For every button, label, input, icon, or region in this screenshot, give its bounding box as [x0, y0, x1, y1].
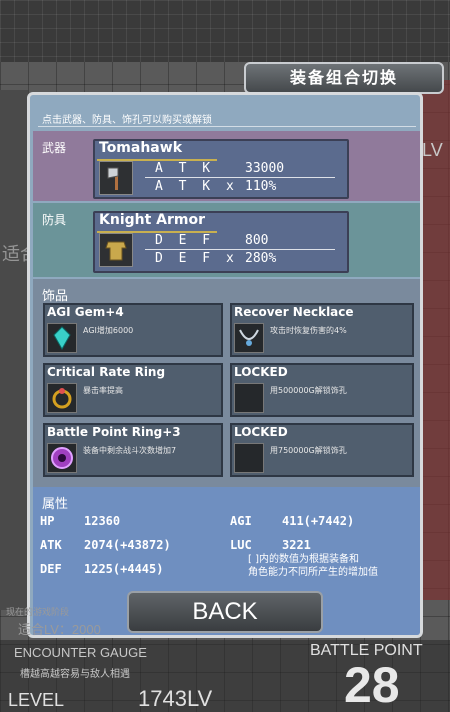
armor-stat2-value: 280%: [245, 251, 277, 266]
gem-icon: [47, 323, 77, 353]
accessory-name: AGI Gem+4: [47, 305, 124, 319]
accessory-slot-5[interactable]: Battle Point Ring+3 装备中剩余战斗次数增加7: [43, 423, 223, 477]
accessory-slot-4-locked[interactable]: LOCKED 用500000G解锁饰孔: [230, 363, 414, 417]
accessory-description: 用500000G解锁饰孔: [270, 386, 347, 395]
top-background: [0, 0, 450, 62]
def-label: DEF: [40, 562, 62, 576]
accessory-name: Critical Rate Ring: [47, 365, 166, 379]
weapon-name: Tomahawk: [99, 140, 183, 156]
atk-label: ATK: [40, 538, 62, 552]
level-value: 1743LV: [138, 686, 213, 711]
accessory-description: 攻击时恢复伤害的4%: [270, 326, 347, 335]
attribute-note-line2: 角色能力不同所产生的增加值: [248, 567, 378, 578]
accessory-section-label: 饰品: [42, 289, 69, 304]
necklace-icon: [234, 323, 264, 353]
locked-slot-icon: [234, 443, 264, 473]
hp-value: 12360: [84, 514, 121, 528]
luc-value: 3221: [282, 538, 311, 552]
weapon-stat1-underline: [145, 177, 335, 178]
armor-icon: [99, 233, 133, 267]
accessory-slot-6-locked[interactable]: LOCKED 用750000G解锁饰孔: [230, 423, 414, 477]
weapon-stat1-value: 33000: [245, 161, 285, 176]
luc-label: LUC: [230, 538, 252, 552]
weapon-stat1-label: A T K: [155, 161, 215, 176]
accessory-name: LOCKED: [234, 425, 288, 439]
encounter-gauge-desc: 槽越高越容易与敌人相遇: [20, 669, 130, 680]
accessory-name: Battle Point Ring+3: [47, 425, 181, 439]
armor-stat1-label: D E F: [155, 233, 215, 248]
armor-stat2-label: D E F x: [155, 251, 238, 266]
weapon-stat2-value: 110%: [245, 179, 277, 194]
locked-slot-icon: [234, 383, 264, 413]
encounter-gauge-title: ENCOUNTER GAUGE: [14, 645, 147, 660]
accessory-description: 用750000G解锁饰孔: [270, 446, 347, 455]
axe-icon: [99, 161, 133, 195]
attribute-note: [ ]内的数值为根据装备和 角色能力不同所产生的增加值: [248, 553, 378, 579]
armor-name: Knight Armor: [99, 212, 206, 228]
accessory-slot-1[interactable]: AGI Gem+4 AGI增加6000: [43, 303, 223, 357]
attribute-section-label: 属性: [42, 497, 69, 512]
accessory-description: 装备中剩余战斗次数增加7: [83, 446, 177, 455]
level-label: LEVEL: [8, 690, 65, 710]
fit-hint: 现在的游戏阶段: [6, 607, 70, 617]
equipment-set-switch-button[interactable]: 装备组合切换: [244, 62, 444, 94]
weapon-section-label: 武器: [42, 141, 67, 155]
back-button[interactable]: BACK: [127, 591, 323, 633]
agi-label: AGI: [230, 514, 252, 528]
battle-point-value: 28: [344, 657, 400, 712]
def-value: 1225(+4445): [84, 562, 164, 576]
accessory-slot-2[interactable]: Recover Necklace 攻击时恢复伤害的4%: [230, 303, 414, 357]
hint-divider: [38, 126, 416, 127]
armor-slot[interactable]: Knight Armor D E F 800 D E F x 280%: [93, 211, 349, 273]
fit-level: 适合LV：2000: [18, 622, 101, 637]
armor-stat1-value: 800: [245, 233, 269, 248]
accessory-description: AGI增加6000: [83, 326, 134, 335]
hp-label: HP: [40, 514, 55, 528]
agi-value: 411(+7442): [282, 514, 355, 528]
atk-value: 2074(+43872): [84, 538, 171, 552]
accessory-name: Recover Necklace: [234, 305, 354, 319]
accessory-slot-3[interactable]: Critical Rate Ring 暴击率提高: [43, 363, 223, 417]
equipment-panel: 点击武器、防具、饰孔可以购买或解锁 武器 Tomahawk A T K 3300…: [27, 92, 423, 638]
left-background-strip: [0, 90, 28, 610]
accessory-name: LOCKED: [234, 365, 288, 379]
attribute-note-line1: [ ]内的数值为根据装备和: [248, 554, 359, 565]
weapon-slot[interactable]: Tomahawk A T K 33000 A T K x 110%: [93, 139, 349, 199]
purple-ring-icon: [47, 443, 77, 473]
armor-stat1-underline: [145, 249, 335, 250]
ring-icon: [47, 383, 77, 413]
accessory-description: 暴击率提高: [83, 386, 123, 395]
weapon-stat2-label: A T K x: [155, 179, 238, 194]
armor-section-label: 防具: [42, 213, 67, 227]
hint-text: 点击武器、防具、饰孔可以购买或解锁: [42, 115, 212, 126]
